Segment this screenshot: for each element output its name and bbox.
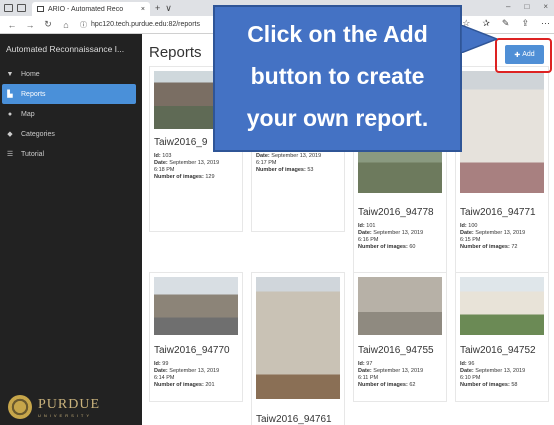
sidebar-item-map[interactable]: ● Map	[0, 104, 136, 124]
callout-pointer	[461, 25, 497, 53]
new-tab-button[interactable]: +	[155, 3, 160, 13]
window-controls: – □ ×	[506, 2, 548, 11]
report-photo[interactable]	[460, 71, 544, 193]
tab-favicon-icon	[37, 6, 44, 12]
report-title[interactable]: Taiw2016_94752	[460, 345, 536, 356]
share-icon[interactable]: ⇪	[521, 18, 529, 29]
add-report-button[interactable]: ✚ Add	[505, 45, 544, 64]
plus-icon: ✚	[514, 51, 521, 59]
callout-line: Click on the Add	[247, 21, 428, 47]
report-title[interactable]: Taiw2016_9	[154, 137, 207, 148]
sidebar-item-label: Home	[21, 70, 40, 78]
list-icon: ☰	[6, 151, 14, 158]
pen-icon[interactable]: ✎	[502, 18, 510, 29]
sidebar-item-label: Tutorial	[21, 150, 45, 158]
report-photo[interactable]	[154, 277, 238, 335]
sidebar-item-label: Categories	[21, 130, 55, 138]
report-title[interactable]: Taiw2016_94761	[256, 414, 332, 425]
tab-close-icon[interactable]: ×	[141, 6, 145, 13]
report-title[interactable]: Taiw2016_94771	[460, 207, 536, 218]
sidebar-item-tutorial[interactable]: ☰ Tutorial	[0, 144, 136, 164]
logo-name: PURDUE	[38, 396, 101, 412]
callout-line: your own report.	[246, 105, 429, 131]
report-details: Date: September 13, 2019 6:17 PM Number …	[256, 153, 322, 173]
report-title[interactable]: Taiw2016_94770	[154, 345, 230, 356]
callout-line: button to create	[250, 63, 425, 89]
report-card[interactable]: Taiw2016_94770 Id: 99 Date: September 13…	[149, 272, 243, 402]
report-details: Id: 100 Date: September 13, 2019 6:15 PM…	[460, 223, 526, 250]
tags-icon: ◆	[7, 131, 13, 138]
map-marker-icon: ●	[7, 110, 13, 118]
report-details: Id: 96 Date: September 13, 2019 6:10 PM …	[460, 361, 526, 388]
tab-actions-icon[interactable]	[4, 4, 13, 12]
home-icon[interactable]: ⌂	[60, 20, 72, 30]
report-card[interactable]: Taiw2016_94761	[251, 272, 345, 425]
report-photo[interactable]	[358, 277, 442, 335]
forward-arrow-icon[interactable]: →	[24, 20, 36, 30]
browser-tab[interactable]: ARIO - Automated Reco ×	[32, 2, 150, 16]
page-title: Reports	[149, 44, 202, 61]
report-card[interactable]: Taiw2016_94755 Id: 97 Date: September 13…	[353, 272, 447, 402]
url-text: hpc120.tech.purdue.edu:82/reports	[91, 21, 200, 28]
tab-groups-icon[interactable]	[17, 4, 26, 12]
close-window-button[interactable]: ×	[543, 2, 548, 11]
sidebar-item-label: Map	[21, 110, 35, 118]
tutorial-callout: Click on the Add button to create your o…	[213, 5, 462, 152]
report-card[interactable]: Taiw2016_94771 Id: 100 Date: September 1…	[455, 66, 549, 284]
tab-menu-button[interactable]: ∨	[165, 3, 172, 14]
refresh-icon[interactable]: ↻	[42, 19, 54, 30]
sidebar-item-label: Reports	[21, 90, 46, 98]
back-arrow-icon[interactable]: ←	[6, 20, 18, 30]
file-icon: ▙	[7, 91, 13, 98]
more-icon[interactable]: ⋯	[541, 18, 550, 29]
report-title[interactable]: Taiw2016_94755	[358, 345, 434, 356]
app-brand[interactable]: Automated Reconnaissance I...	[0, 34, 142, 64]
minimize-button[interactable]: –	[506, 2, 510, 11]
report-photo[interactable]	[460, 277, 544, 335]
maximize-button[interactable]: □	[524, 2, 529, 11]
tab-title: ARIO - Automated Reco	[48, 5, 124, 13]
sidebar-item-reports[interactable]: ▙ Reports	[2, 84, 136, 104]
report-photo[interactable]	[256, 277, 340, 399]
sidebar-item-home[interactable]: ▼ Home	[0, 64, 136, 84]
thumbtack-icon: ▼	[6, 70, 14, 78]
purdue-logo: PURDUE UNIVERSITY	[8, 395, 100, 419]
report-details: Id: 101 Date: September 13, 2019 6:16 PM…	[358, 223, 424, 250]
report-title[interactable]: Taiw2016_94778	[358, 207, 434, 218]
purdue-seal-icon	[8, 395, 32, 419]
site-info-icon[interactable]: ⓘ	[80, 20, 87, 30]
report-details: Id: 103 Date: September 13, 2019 6:18 PM…	[154, 153, 220, 180]
report-details: Id: 97 Date: September 13, 2019 6:11 PM …	[358, 361, 424, 388]
sidebar: Automated Reconnaissance I... ▼ Home ▙ R…	[0, 34, 142, 425]
url-field[interactable]: ⓘ hpc120.tech.purdue.edu:82/reports	[80, 20, 200, 30]
add-button-label: Add	[522, 51, 535, 58]
sidebar-item-categories[interactable]: ◆ Categories	[0, 124, 136, 144]
logo-subtitle: UNIVERSITY	[38, 412, 93, 418]
report-details: Id: 99 Date: September 13, 2019 6:14 PM …	[154, 361, 220, 388]
report-card[interactable]: Taiw2016_94752 Id: 96 Date: September 13…	[455, 272, 549, 402]
